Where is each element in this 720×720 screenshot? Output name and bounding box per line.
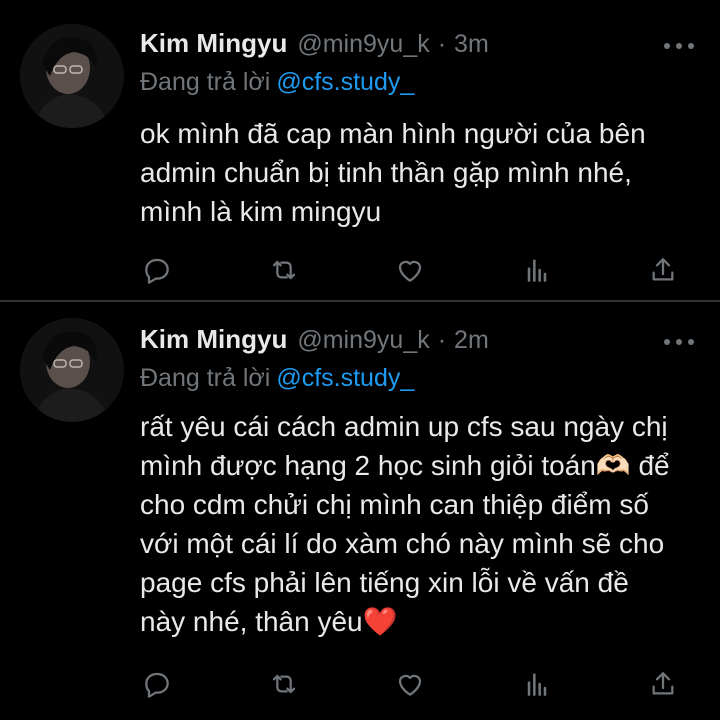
dot: [664, 43, 670, 49]
tweet-header: Kim Mingyu @min9yu_k · 3m: [140, 28, 489, 68]
tweet-header: Kim Mingyu @min9yu_k · 2m: [140, 324, 489, 364]
replying-to-mention[interactable]: @cfs.study_: [276, 364, 414, 392]
tweet[interactable]: Kim Mingyu @min9yu_k · 2m Đang trả lời @c…: [0, 302, 720, 720]
author-handle[interactable]: @min9yu_k: [297, 30, 429, 59]
replying-to-mention[interactable]: @cfs.study_: [276, 68, 414, 96]
tweet-text-line: page cfs phải lên tiếng xin lỗi về vấn đ…: [140, 567, 629, 598]
more-options-icon[interactable]: [664, 332, 694, 352]
tweet-actions: [140, 666, 680, 702]
dot: [676, 43, 682, 49]
tweet-text-line: ok mình đã cap màn hình người của bên: [140, 118, 646, 149]
analytics-icon[interactable]: [520, 253, 554, 287]
avatar[interactable]: [20, 24, 124, 128]
dot: [664, 339, 670, 345]
tweet-text-line: này nhé, thân yêu❤️: [140, 606, 398, 637]
analytics-icon[interactable]: [520, 667, 554, 701]
more-options-icon[interactable]: [664, 36, 694, 56]
like-icon[interactable]: [393, 253, 427, 287]
tweet-text-line: cho cdm chửi chị mình can thiệp điểm số: [140, 489, 649, 520]
replying-to: Đang trả lời @cfs.study_: [140, 68, 414, 97]
avatar[interactable]: [20, 318, 124, 422]
tweet-text-line: mình là kim mingyu: [140, 196, 382, 227]
tweet-text: ok mình đã cap màn hình người của bên ad…: [140, 114, 700, 231]
tweet-text-line: rất yêu cái cách admin up cfs sau ngày c…: [140, 411, 668, 442]
timestamp[interactable]: 2m: [454, 326, 489, 355]
author-handle[interactable]: @min9yu_k: [297, 326, 429, 355]
timestamp[interactable]: 3m: [454, 30, 489, 59]
tweet-text-line: admin chuẩn bị tinh thần gặp mình nhé,: [140, 157, 632, 188]
tweet-text-line: với một cái lí do xàm chó này mình sẽ ch…: [140, 528, 665, 559]
tweet-text-line: mình được hạng 2 học sinh giỏi toán🫶🏻 để: [140, 450, 670, 481]
dot: [688, 339, 694, 345]
reply-icon[interactable]: [140, 667, 174, 701]
separator: ·: [437, 326, 447, 354]
separator: ·: [437, 30, 447, 58]
timeline: Kim Mingyu @min9yu_k · 3m Đang trả lời @c…: [0, 0, 720, 720]
replying-prefix: Đang trả lời: [140, 364, 271, 392]
retweet-icon[interactable]: [267, 667, 301, 701]
reply-icon[interactable]: [140, 253, 174, 287]
share-icon[interactable]: [646, 253, 680, 287]
dot: [676, 339, 682, 345]
author-name[interactable]: Kim Mingyu: [140, 28, 287, 59]
share-icon[interactable]: [646, 667, 680, 701]
dot: [688, 43, 694, 49]
retweet-icon[interactable]: [267, 253, 301, 287]
replying-prefix: Đang trả lời: [140, 68, 271, 96]
replying-to: Đang trả lời @cfs.study_: [140, 364, 414, 393]
like-icon[interactable]: [393, 667, 427, 701]
tweet-text: rất yêu cái cách admin up cfs sau ngày c…: [140, 407, 700, 641]
tweet-actions: [140, 252, 680, 288]
author-name[interactable]: Kim Mingyu: [140, 324, 287, 355]
tweet[interactable]: Kim Mingyu @min9yu_k · 3m Đang trả lời @c…: [0, 0, 720, 300]
